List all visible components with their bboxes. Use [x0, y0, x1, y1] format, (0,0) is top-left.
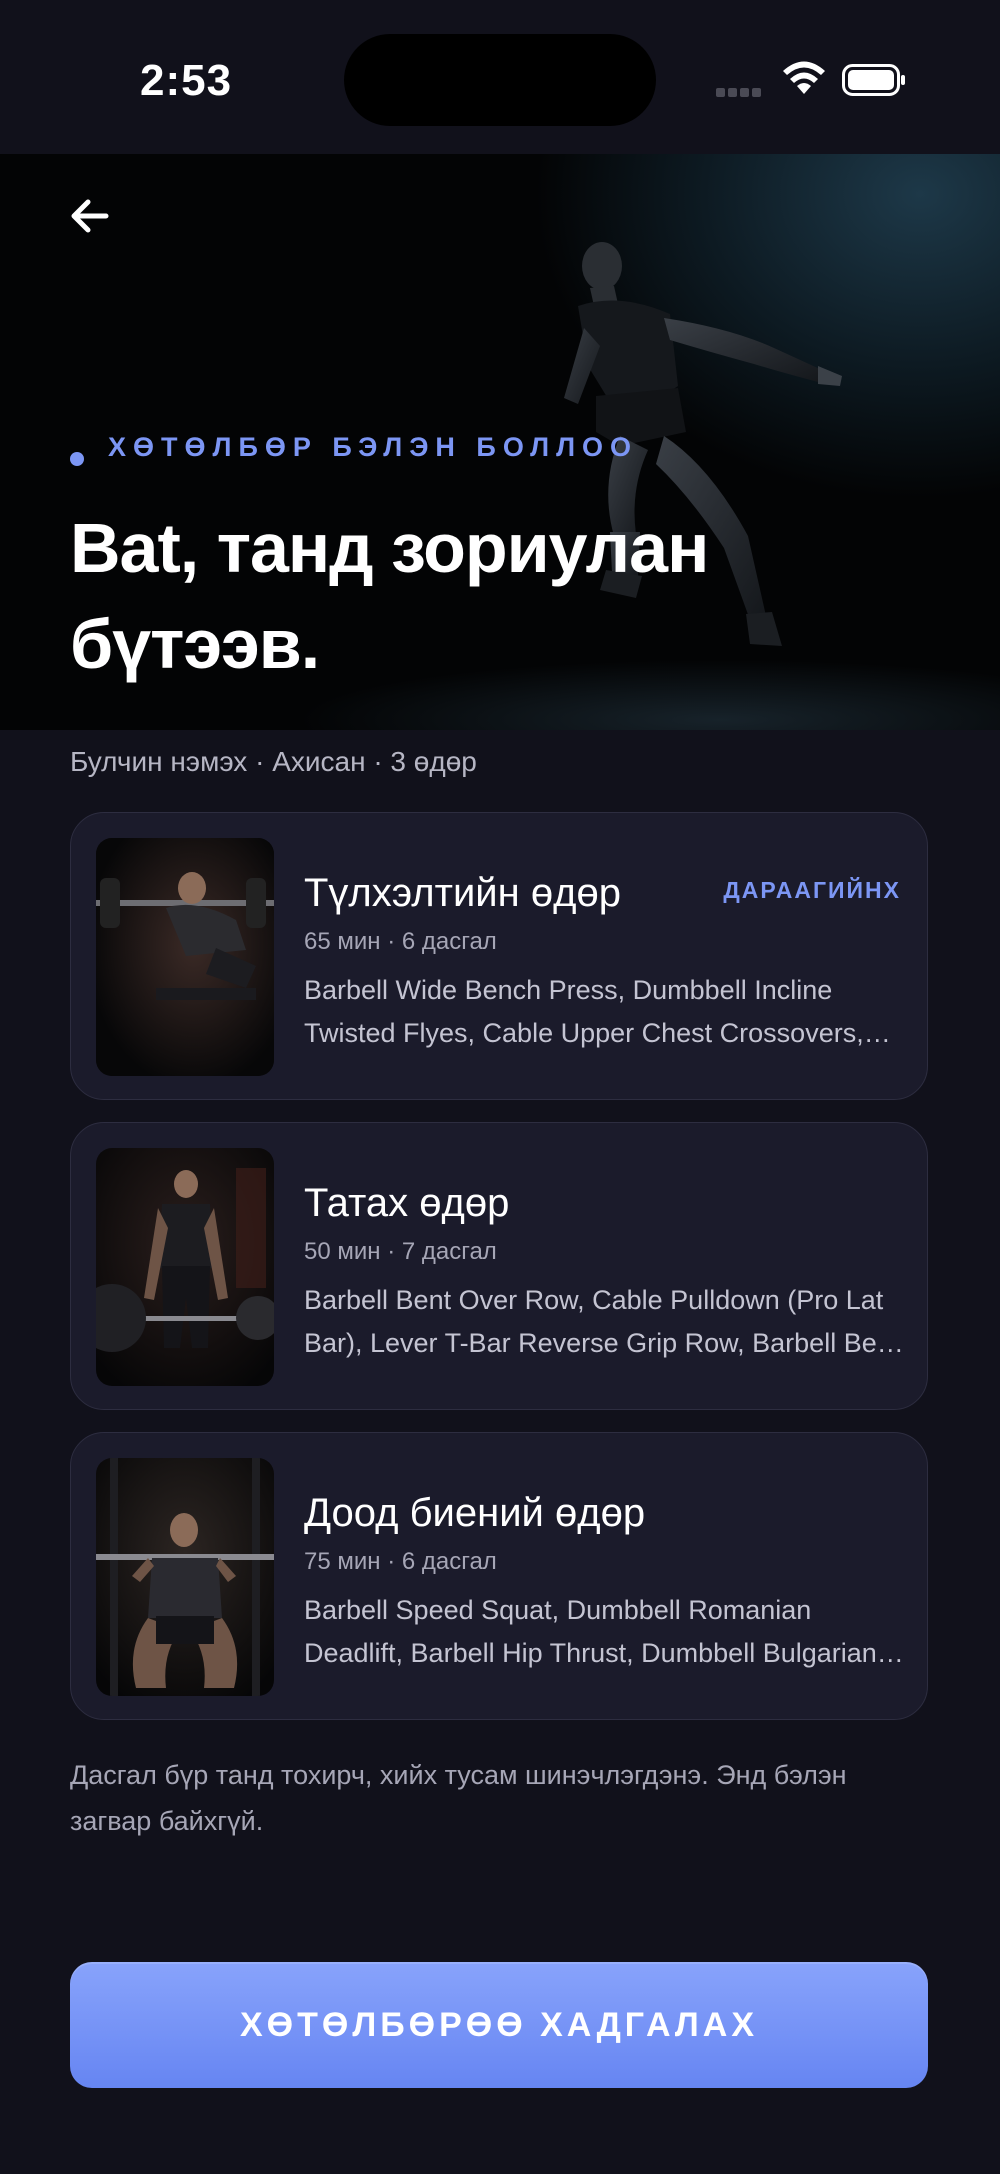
plan-summary: Булчин нэмэх · Ахисан · 3 өдөр — [70, 746, 477, 777]
workout-meta: 50 мин · 7 дасгал — [304, 1238, 497, 1265]
hero-banner: ХӨТӨЛБӨР БЭЛЭН БОЛЛОО Bat, танд зориулан… — [0, 154, 1000, 730]
workout-thumbnail-squat — [96, 1458, 274, 1696]
workout-card-lower[interactable]: Доод биений өдөр 75 мин · 6 дасгал Barbe… — [70, 1432, 928, 1720]
workout-meta: 65 мин · 6 дасгал — [304, 928, 497, 955]
workout-card-pull[interactable]: Татах өдөр 50 мин · 7 дасгал Barbell Ben… — [70, 1122, 928, 1410]
workout-exercises: Barbell Bent Over Row, Cable Pulldown (P… — [304, 1285, 900, 1358]
dynamic-island — [344, 34, 656, 126]
status-bar: 2:53 — [0, 0, 1000, 154]
page-title: Bat, танд зориулан бүтээв. — [70, 509, 709, 683]
status-time: 2:53 — [140, 56, 233, 105]
eyebrow-dot — [70, 452, 84, 466]
wifi-icon — [783, 61, 825, 94]
plan-ready-eyebrow: ХӨТӨЛБӨР БЭЛЭН БОЛЛОО — [108, 432, 639, 462]
workout-thumbnail-deadlift — [96, 1148, 274, 1386]
workout-meta: 75 мин · 6 дасгал — [304, 1548, 497, 1575]
workout-thumbnail-bench-press — [96, 838, 274, 1076]
workout-title: Түлхэлтийн өдөр — [304, 871, 621, 915]
cellular-signal-icon — [716, 84, 764, 102]
save-plan-button[interactable]: ХӨТӨЛБӨРӨӨ ХАДГАЛАХ — [70, 1962, 928, 2088]
workout-exercises: Barbell Speed Squat, Dumbbell Romanian D… — [304, 1595, 877, 1668]
battery-icon — [842, 64, 905, 96]
workout-title: Доод биений өдөр — [304, 1491, 646, 1535]
next-workout-badge: ДАРААГИЙНХ — [723, 877, 901, 903]
back-arrow-icon[interactable] — [62, 188, 118, 244]
workout-exercises: Barbell Wide Bench Press, Dumbbell Incli… — [304, 975, 864, 1048]
workout-title: Татах өдөр — [304, 1181, 510, 1225]
footer-note: Дасгал бүр танд тохирч, хийх тусам шинэч… — [70, 1760, 847, 1836]
workout-card-push[interactable]: Түлхэлтийн өдөр ДАРААГИЙНХ 65 мин · 6 да… — [70, 812, 928, 1100]
